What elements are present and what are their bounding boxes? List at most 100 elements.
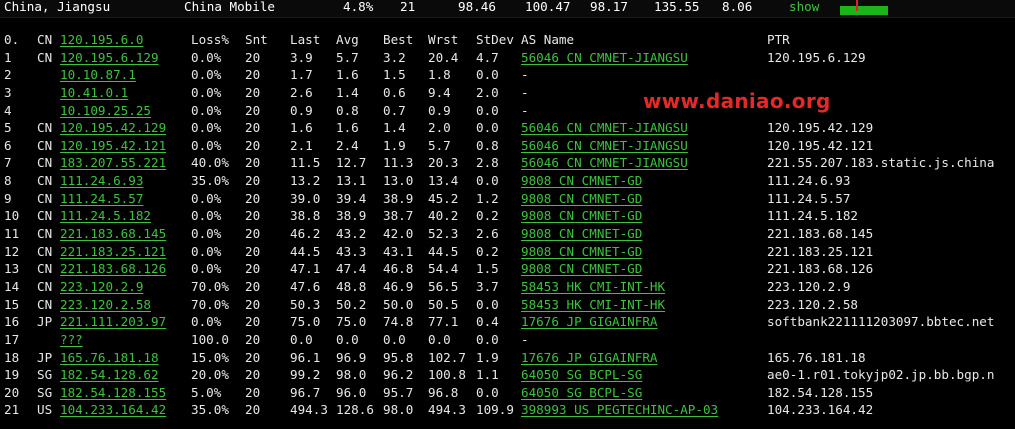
hop-best: 46.9 [383,278,414,294]
summary-value-3: 98.17 [590,0,628,14]
hop-as-link[interactable]: 17676 JP GIGAINFRA [521,349,657,367]
hop-snt: 20 [245,349,261,365]
hop-ip-link[interactable]: 223.120.2.9 [60,278,143,296]
hop-last: 38.8 [290,208,321,224]
hop-as-link[interactable]: 56046 CN CMNET-JIANGSU [521,137,688,155]
hop-as-link[interactable]: 56046 CN CMNET-JIANGSU [521,49,688,67]
hop-idx: 1 [4,49,12,65]
hop-ip-link[interactable]: 111.24.5.182 [60,207,151,225]
hop-ip-link[interactable]: 10.109.25.25 [60,102,151,120]
hop-ip-link[interactable]: ??? [60,331,83,349]
hop-idx: 8 [4,173,12,189]
hop-loss: 0.0% [191,208,222,224]
hop-ip-link[interactable]: 120.195.42.129 [60,119,166,137]
hop-ip-link[interactable]: 10.10.87.1 [60,66,136,84]
hop-ip-link[interactable]: 221.111.203.97 [60,313,166,331]
hop-as-link[interactable]: 9808 CN CMNET-GD [521,225,642,243]
hop-ip-link[interactable]: 104.233.164.42 [60,401,166,419]
hop-as-link[interactable]: 398993 US PEGTECHINC-AP-03 [521,401,718,419]
hop-avg: 12.7 [336,155,367,171]
hop-loss: 70.0% [191,296,229,312]
hop-ip-link[interactable]: 223.120.2.58 [60,296,151,314]
hop-as-link[interactable]: 9808 CN CMNET-GD [521,190,642,208]
header-last: Last [290,32,321,47]
hop-cc: JP [37,314,53,330]
hop-stdev: 0.8 [476,137,499,153]
hop-as-link[interactable]: 9808 CN CMNET-GD [521,260,642,278]
header-best: Best [383,32,414,47]
hop-last: 96.7 [290,384,321,400]
hop-ip-link[interactable]: 111.24.5.57 [60,190,143,208]
hop-ptr: 223.120.2.9 [767,278,851,294]
hop-as-link[interactable]: 9808 CN CMNET-GD [521,172,642,190]
table-row: 6 CN 120.195.42.121 0.0% 20 2.1 2.4 1.9 5.7 0.8 56… [0,137,1015,155]
hop-as: - [521,102,529,118]
table-row: 2 10.10.87.1 0.0% 20 1.7 1.6 1.5 1.8 0.0 - [0,66,1015,84]
hop-snt: 20 [245,261,261,277]
traceroute-table: 0. CN 120.195.6.0 Loss% Snt Last Avg Bes… [0,31,1015,419]
show-link[interactable]: show [789,0,819,14]
hop-loss: 0.0% [191,67,222,83]
hop-wrst: 100.8 [428,367,466,383]
hop-as-link[interactable]: 58453 HK CMI-INT-HK [521,296,665,314]
hop-stdev: 1.2 [476,190,499,206]
hop-best: 1.5 [383,67,406,83]
hop-ptr: 120.195.6.129 [767,49,866,65]
hop-avg: 96.0 [336,384,367,400]
table-row: 21 US 104.233.164.42 35.0% 20 494.3 128.6 98.0 4… [0,401,1015,419]
hop-ip-link[interactable]: 182.54.128.155 [60,384,166,402]
hop-ip-link[interactable]: 221.183.68.126 [60,260,166,278]
hop-ip-link[interactable]: 165.76.181.18 [60,349,159,367]
hop-as-link[interactable]: 9808 CN CMNET-GD [521,207,642,225]
hop-ptr: 111.24.5.57 [767,190,851,206]
header-ip-link[interactable]: 120.195.6.0 [60,31,143,49]
header-stdev: StDev [476,32,514,47]
hop-loss: 0.0% [191,226,222,242]
hop-ip-link[interactable]: 182.54.128.62 [60,366,159,384]
hop-ip-link[interactable]: 221.183.25.121 [60,243,166,261]
hop-ip-link[interactable]: 10.41.0.1 [60,84,128,102]
hop-last: 96.1 [290,349,321,365]
hop-last: 2.6 [290,84,313,100]
hop-snt: 20 [245,331,261,347]
hop-as-link[interactable]: 58453 HK CMI-INT-HK [521,278,665,296]
header-snt: Snt [245,32,268,47]
hop-as-link[interactable]: 17676 JP GIGAINFRA [521,313,657,331]
hop-last: 1.6 [290,120,313,136]
hop-ip-link[interactable]: 120.195.6.129 [60,49,159,67]
hop-best: 74.8 [383,314,414,330]
hop-as-link[interactable]: 56046 CN CMNET-JIANGSU [521,154,688,172]
hop-as-link[interactable]: 9808 CN CMNET-GD [521,243,642,261]
hop-wrst: 96.8 [428,384,459,400]
hop-idx: 11 [4,226,20,242]
hop-best: 0.6 [383,84,406,100]
hop-idx: 10 [4,208,20,224]
table-row: 5 CN 120.195.42.129 0.0% 20 1.6 1.6 1.4 2.0 0.0 56… [0,119,1015,137]
hop-stdev: 2.6 [476,226,499,242]
hop-ip-link[interactable]: 221.183.68.145 [60,225,166,243]
hop-snt: 20 [245,137,261,153]
hop-ptr: 111.24.6.93 [767,173,851,189]
hop-avg: 5.7 [336,49,359,65]
hop-as-link[interactable]: 64050 SG BCPL-SG [521,384,642,402]
hop-as-link[interactable]: 64050 SG BCPL-SG [521,366,642,384]
hop-ip-link[interactable]: 183.207.55.221 [60,154,166,172]
hop-as-link[interactable]: 56046 CN CMNET-JIANGSU [521,119,688,137]
summary-value-1: 98.46 [458,0,496,14]
hop-loss: 0.0% [191,49,222,65]
hop-stdev: 2.0 [476,84,499,100]
summary-location: China, Jiangsu [4,0,111,14]
hop-snt: 20 [245,49,261,65]
table-row: 20 SG 182.54.128.155 5.0% 20 96.7 96.0 95.7 96.8… [0,384,1015,402]
hop-last: 46.2 [290,226,321,242]
hop-ptr: 104.233.164.42 [767,402,874,418]
hop-ip-link[interactable]: 111.24.6.93 [60,172,143,190]
hop-wrst: 0.0 [428,331,451,347]
hop-last: 50.3 [290,296,321,312]
hop-cc: US [37,402,53,418]
hop-ip-link[interactable]: 120.195.42.121 [60,137,166,155]
hop-wrst: 52.3 [428,226,459,242]
hop-stdev: 0.2 [476,243,499,259]
hop-snt: 20 [245,155,261,171]
hop-stdev: 4.7 [476,49,499,65]
